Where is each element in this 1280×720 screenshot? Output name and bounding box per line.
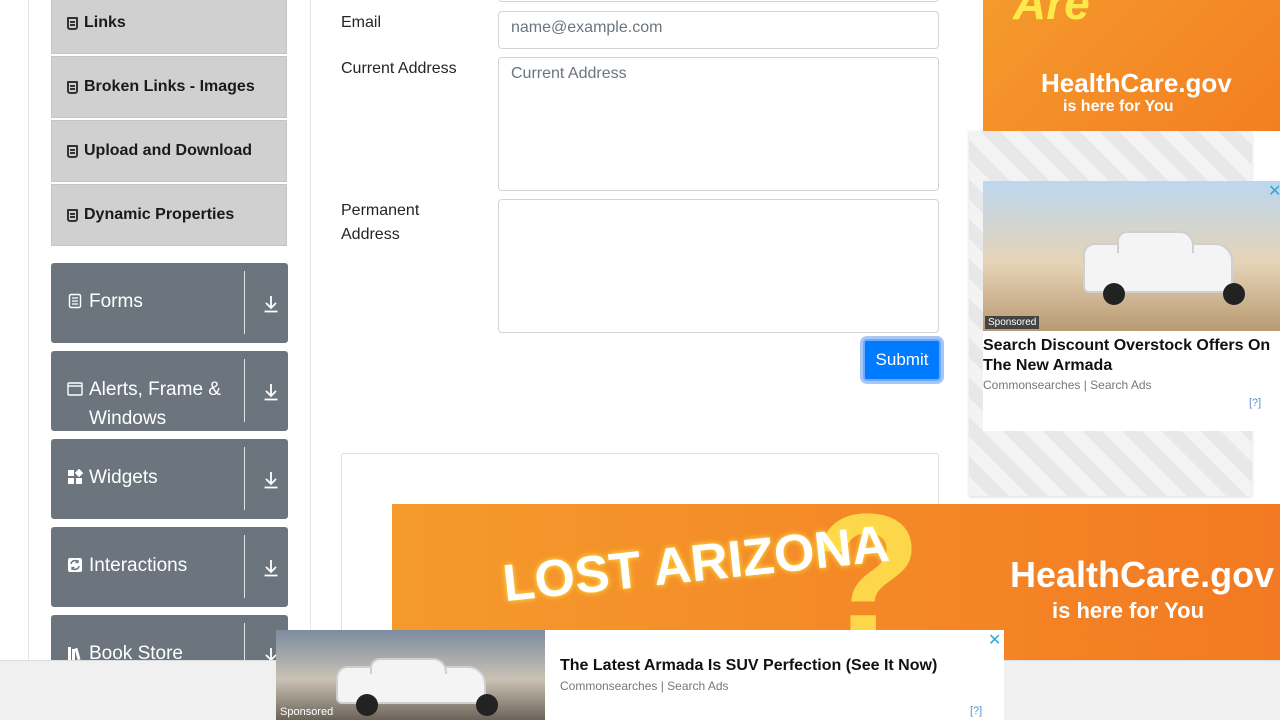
document-icon: [68, 293, 82, 309]
permanent-address-field[interactable]: [498, 199, 939, 333]
left-panel: Links Broken Links - Images Upload and D…: [28, 0, 311, 720]
menu-item-label: Dynamic Properties: [84, 206, 235, 223]
ad-source: Commonsearches | Search Ads: [983, 378, 1152, 392]
menu-item-upload-download[interactable]: Upload and Download: [51, 120, 287, 182]
menu-item-links[interactable]: Links: [51, 0, 287, 54]
download-icon[interactable]: [263, 383, 279, 401]
ad-headline[interactable]: Search Discount Overstock Offers On The …: [983, 336, 1280, 376]
download-icon[interactable]: [263, 471, 279, 489]
adchoices-icon[interactable]: [?]: [1249, 397, 1261, 409]
ad-image: [983, 181, 1280, 331]
ad-headline-fragment: Are: [1013, 0, 1090, 29]
menu-item-label: Links: [84, 14, 126, 31]
submit-button[interactable]: Submit: [863, 339, 941, 381]
armada-ad[interactable]: Sponsored ✕ Search Discount Overstock Of…: [983, 181, 1280, 431]
books-icon: [68, 647, 81, 661]
interactions-icon: [68, 558, 82, 572]
group-header-interactions[interactable]: Interactions: [51, 527, 288, 607]
healthcare-ad[interactable]: Are HealthCare.gov is here for You: [983, 0, 1280, 131]
sponsored-badge: Sponsored: [280, 706, 334, 718]
group-label: Alerts, Frame & Windows: [89, 379, 221, 429]
group-header-alerts[interactable]: Alerts, Frame & Windows: [51, 351, 288, 431]
group-header-forms[interactable]: Forms: [51, 263, 288, 343]
window-icon: [67, 382, 83, 396]
bottom-armada-ad[interactable]: Sponsored ✕ The Latest Armada Is SUV Per…: [276, 630, 1004, 720]
menu-item-label: Broken Links - Images: [84, 78, 255, 95]
full-name-field[interactable]: [498, 0, 939, 2]
form-icon: [67, 80, 78, 94]
banner-brand: HealthCare.gov: [1010, 554, 1275, 595]
sponsored-badge: Sponsored: [985, 316, 1040, 329]
banner-tagline: is here for You: [1052, 598, 1205, 623]
menu-item-dynamic-properties[interactable]: Dynamic Properties: [51, 184, 287, 246]
download-icon[interactable]: [263, 295, 279, 313]
group-label: Widgets: [89, 467, 158, 488]
ad-headline[interactable]: The Latest Armada Is SUV Perfection (See…: [560, 657, 937, 675]
current-address-field[interactable]: Current Address: [498, 57, 939, 191]
download-icon[interactable]: [263, 559, 279, 577]
current-address-label: Current Address: [341, 60, 457, 77]
ad-tagline: is here for You: [1063, 98, 1174, 115]
form-icon: [67, 208, 78, 222]
car-image: [336, 657, 486, 716]
group-label: Interactions: [89, 555, 188, 576]
group-label: Forms: [89, 291, 143, 312]
close-icon[interactable]: ✕: [988, 630, 1001, 650]
form-icon: [67, 144, 78, 158]
form-icon: [67, 16, 78, 30]
menu-item-label: Upload and Download: [84, 142, 252, 159]
ad-brand: HealthCare.gov: [1041, 68, 1232, 98]
email-label: Email: [341, 14, 382, 31]
menu-item-broken-links[interactable]: Broken Links - Images: [51, 56, 287, 118]
widgets-icon: [68, 469, 83, 484]
adchoices-icon[interactable]: [?]: [970, 705, 982, 717]
ad-source: Commonsearches | Search Ads: [560, 679, 729, 693]
permanent-address-label: Permanent Address: [341, 202, 420, 243]
car-image: [1083, 231, 1233, 305]
email-field[interactable]: name@example.com: [498, 11, 939, 49]
close-icon[interactable]: ✕: [1268, 181, 1280, 201]
group-header-widgets[interactable]: Widgets: [51, 439, 288, 519]
